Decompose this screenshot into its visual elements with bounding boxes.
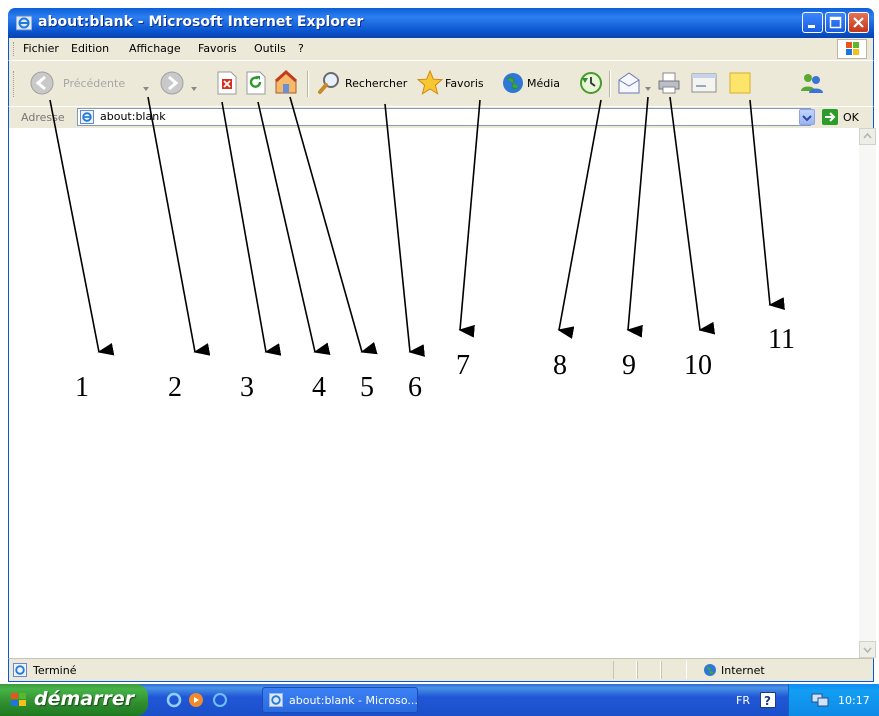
annotation-arrow-6	[384, 103, 425, 357]
annotation-number-10: 10	[684, 350, 712, 381]
annotation-number-4: 4	[312, 372, 326, 403]
annotation-number-8: 8	[553, 350, 567, 381]
annotation-arrow-3	[221, 101, 282, 356]
annotation-number-3: 3	[240, 372, 254, 403]
annotation-arrows	[49, 96, 785, 357]
annotation-number-9: 9	[622, 350, 636, 381]
annotation-arrow-4	[257, 101, 331, 356]
annotation-arrow-11	[749, 99, 785, 310]
annotation-number-5: 5	[360, 372, 374, 403]
annotation-arrow-7	[458, 99, 481, 338]
annotation-arrow-8	[557, 99, 602, 339]
annotation-number-6: 6	[408, 372, 422, 403]
annotation-number-11: 11	[768, 324, 795, 355]
annotation-arrow-2	[147, 96, 211, 356]
annotation-arrow-1	[49, 99, 115, 356]
annotation-arrow-10	[669, 96, 716, 335]
annotation-arrow-9	[626, 96, 649, 338]
annotation-number-1: 1	[75, 372, 89, 403]
annotation-number-7: 7	[456, 350, 470, 381]
annotation-arrow-5	[289, 96, 378, 355]
annotation-number-2: 2	[168, 372, 182, 403]
